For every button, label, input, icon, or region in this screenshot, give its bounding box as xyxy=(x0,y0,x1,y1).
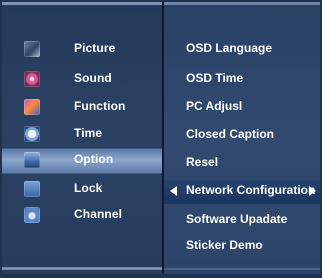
category-function[interactable]: Function xyxy=(2,96,162,118)
category-label: Picture xyxy=(74,41,116,55)
option-label: Closed Caption xyxy=(186,127,275,141)
panel-bottom-border xyxy=(164,268,320,270)
category-label: Channel xyxy=(74,207,123,221)
option-pc-adjust[interactable]: PC Adjusl xyxy=(164,96,320,118)
option-label: Sticker Demo xyxy=(186,238,263,252)
category-label: Sound xyxy=(74,71,112,85)
option-label: PC Adjusl xyxy=(186,99,243,113)
options-panel: OSD Language OSD Time PC Adjusl Closed C… xyxy=(164,2,320,274)
option-label: OSD Time xyxy=(186,71,244,85)
option-closed-caption[interactable]: Closed Caption xyxy=(164,124,320,146)
lock-icon xyxy=(24,181,40,197)
category-label: Function xyxy=(74,99,126,113)
panel-bottom-border xyxy=(2,267,162,270)
sound-icon xyxy=(24,71,40,87)
category-label: Lock xyxy=(74,181,103,195)
option-network-configuration[interactable]: Network Configuration xyxy=(164,180,320,204)
time-icon xyxy=(24,126,40,142)
category-channel[interactable]: Channel xyxy=(2,204,162,226)
option-label: Resel xyxy=(186,155,219,169)
category-time[interactable]: Time xyxy=(2,123,162,145)
category-picture[interactable]: Picture xyxy=(2,38,162,60)
option-osd-language[interactable]: OSD Language xyxy=(164,38,320,60)
channel-icon xyxy=(24,207,40,223)
option-label: Network Configuration xyxy=(186,183,316,197)
function-icon xyxy=(24,99,40,115)
category-panel: Picture Sound Function Time Option Lock … xyxy=(2,2,164,274)
category-sound[interactable]: Sound xyxy=(2,68,162,90)
option-label: OSD Language xyxy=(186,41,273,55)
option-label: Software Upadate xyxy=(186,212,288,226)
panel-top-border xyxy=(164,2,320,5)
arrow-left-icon[interactable] xyxy=(170,186,177,196)
category-lock[interactable]: Lock xyxy=(2,178,162,200)
option-osd-time[interactable]: OSD Time xyxy=(164,68,320,90)
panel-top-border xyxy=(2,2,162,5)
category-label: Option xyxy=(74,152,114,166)
tv-osd-menu: Picture Sound Function Time Option Lock … xyxy=(0,0,322,278)
option-sticker-demo[interactable]: Sticker Demo xyxy=(164,235,320,257)
arrow-right-icon[interactable] xyxy=(309,186,316,196)
option-reset[interactable]: Resel xyxy=(164,152,320,174)
category-option[interactable]: Option xyxy=(2,149,162,173)
option-software-update[interactable]: Software Upadate xyxy=(164,209,320,231)
picture-icon xyxy=(24,41,40,57)
option-icon xyxy=(24,152,40,168)
category-label: Time xyxy=(74,126,103,140)
